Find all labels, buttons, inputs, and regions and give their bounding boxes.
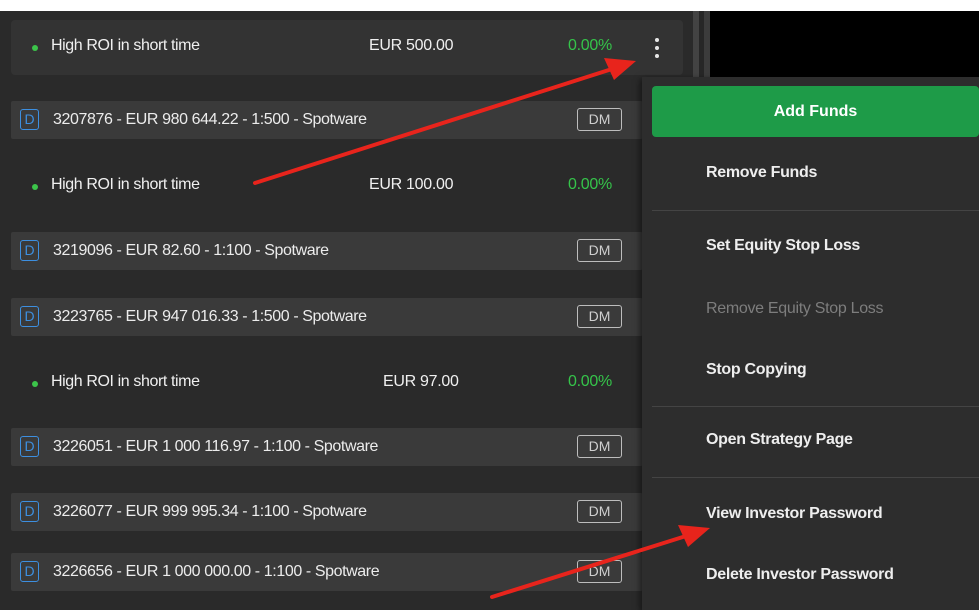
demo-badge: D — [20, 561, 39, 582]
account-label: 3226656 - EUR 1 000 000.00 - 1:100 - Spo… — [53, 563, 380, 580]
menu-separator — [652, 477, 979, 478]
strategy-change: 0.00% — [568, 37, 612, 54]
strategy-row[interactable]: High ROI in short time EUR 500.00 0.00% — [11, 20, 683, 75]
dm-button[interactable]: DM — [577, 500, 622, 523]
remove-equity-stop-loss-item: Remove Equity Stop Loss — [706, 300, 884, 317]
set-equity-stop-loss-item[interactable]: Set Equity Stop Loss — [706, 237, 860, 255]
demo-badge: D — [20, 306, 39, 327]
strategy-row[interactable]: High ROI in short time EUR 97.00 0.00% — [11, 356, 683, 411]
status-dot-icon — [32, 45, 38, 51]
remove-funds-item[interactable]: Remove Funds — [706, 164, 817, 182]
menu-separator — [652, 210, 979, 211]
strategy-amount: EUR 500.00 — [369, 37, 454, 54]
strategy-change: 0.00% — [568, 373, 612, 390]
demo-badge: D — [20, 436, 39, 457]
status-dot-icon — [32, 381, 38, 387]
dm-button[interactable]: DM — [577, 305, 622, 328]
strategy-amount: EUR 100.00 — [369, 176, 454, 193]
account-row[interactable]: D 3226656 - EUR 1 000 000.00 - 1:100 - S… — [11, 553, 643, 591]
dm-button[interactable]: DM — [577, 239, 622, 262]
account-row[interactable]: D 3223765 - EUR 947 016.33 - 1:500 - Spo… — [11, 298, 643, 336]
kebab-vertical-icon[interactable] — [652, 37, 662, 59]
strategy-name: High ROI in short time — [51, 37, 200, 54]
menu-separator — [652, 406, 979, 407]
account-row[interactable]: D 3219096 - EUR 82.60 - 1:100 - Spotware… — [11, 232, 643, 270]
strategy-row[interactable]: High ROI in short time EUR 100.00 0.00% — [11, 159, 683, 214]
demo-badge: D — [20, 240, 39, 261]
dm-button[interactable]: DM — [577, 435, 622, 458]
account-label: 3223765 - EUR 947 016.33 - 1:500 - Spotw… — [53, 308, 367, 325]
account-label: 3226051 - EUR 1 000 116.97 - 1:100 - Spo… — [53, 438, 379, 455]
dm-button[interactable]: DM — [577, 560, 622, 583]
strategy-name: High ROI in short time — [51, 176, 200, 193]
strategy-name: High ROI in short time — [51, 373, 200, 390]
demo-badge: D — [20, 109, 39, 130]
account-label: 3219096 - EUR 82.60 - 1:100 - Spotware — [53, 242, 329, 259]
strategy-amount: EUR 97.00 — [383, 373, 459, 390]
view-investor-password-item[interactable]: View Investor Password — [706, 505, 883, 523]
account-label: 3207876 - EUR 980 644.22 - 1:500 - Spotw… — [53, 111, 367, 128]
demo-badge: D — [20, 501, 39, 522]
account-row[interactable]: D 3226077 - EUR 999 995.34 - 1:100 - Spo… — [11, 493, 643, 531]
add-funds-button[interactable]: Add Funds — [652, 86, 979, 137]
account-row[interactable]: D 3226051 - EUR 1 000 116.97 - 1:100 - S… — [11, 428, 643, 466]
copy-trading-screen: High ROI in short time EUR 500.00 0.00% … — [0, 0, 979, 610]
dm-button[interactable]: DM — [577, 108, 622, 131]
status-dot-icon — [32, 184, 38, 190]
account-row[interactable]: D 3207876 - EUR 980 644.22 - 1:500 - Spo… — [11, 101, 643, 139]
open-strategy-page-item[interactable]: Open Strategy Page — [706, 431, 853, 449]
strategy-change: 0.00% — [568, 176, 612, 193]
account-label: 3226077 - EUR 999 995.34 - 1:100 - Spotw… — [53, 503, 367, 520]
delete-investor-password-item[interactable]: Delete Investor Password — [706, 566, 894, 584]
stop-copying-item[interactable]: Stop Copying — [706, 361, 807, 379]
strategy-context-menu: Add Funds Remove Funds Set Equity Stop L… — [642, 77, 979, 610]
